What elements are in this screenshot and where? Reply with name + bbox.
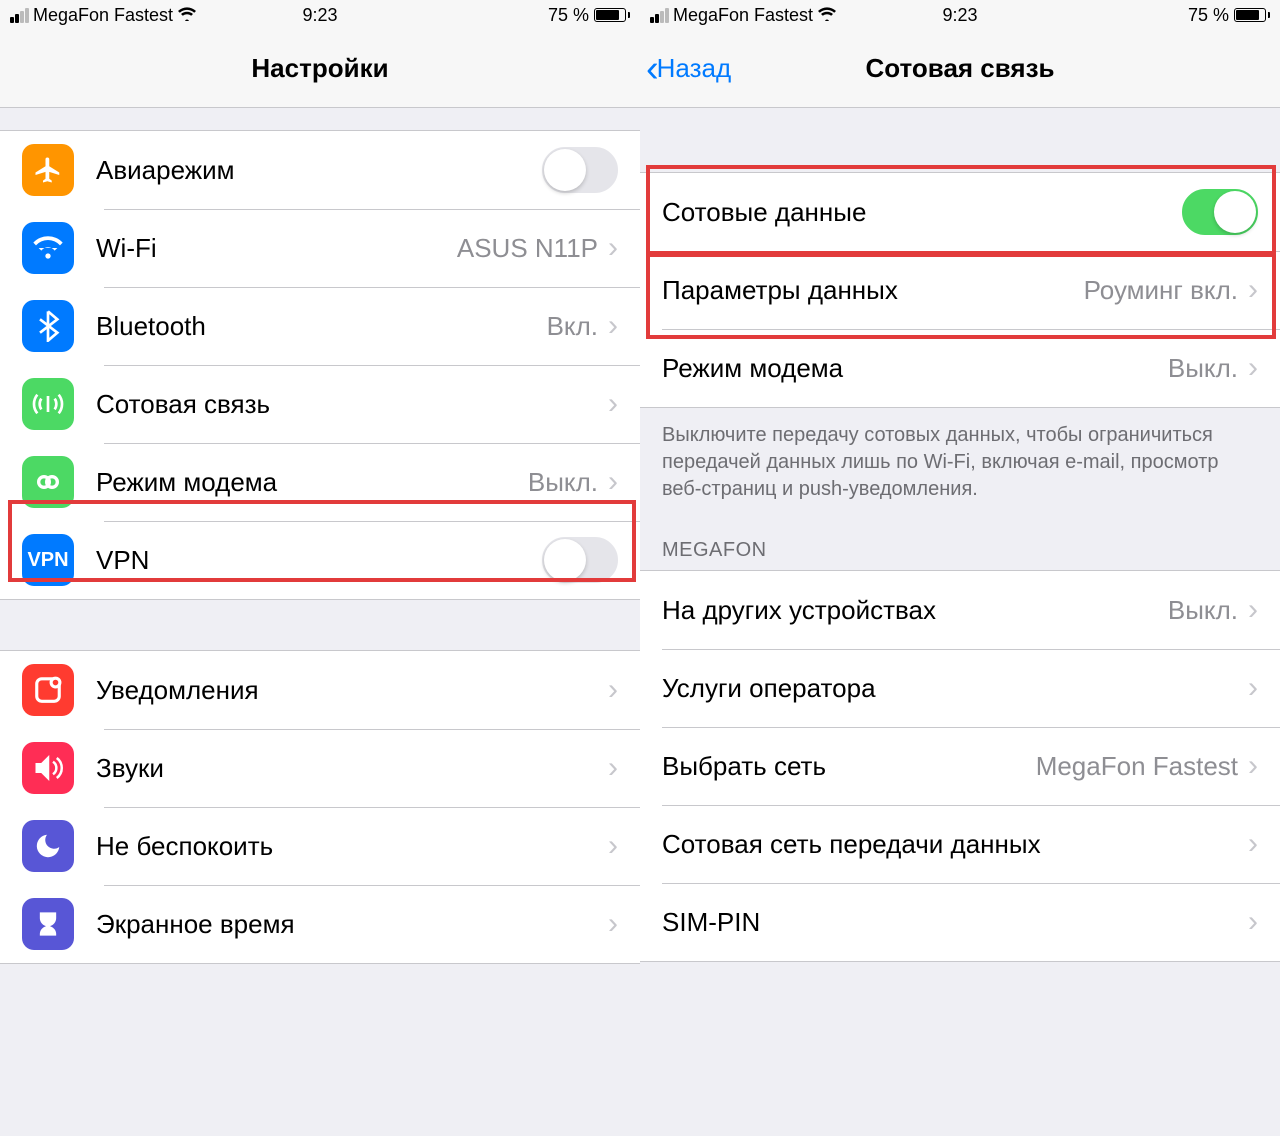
row-label: Уведомления <box>96 675 608 706</box>
nav-bar: Настройки <box>0 30 640 108</box>
row-apn[interactable]: Сотовая сеть передачи данных › <box>640 805 1280 883</box>
carrier-name: MegaFon Fastest <box>673 5 813 26</box>
row-label: Не беспокоить <box>96 831 608 862</box>
chevron-right-icon: › <box>1248 593 1258 627</box>
nav-bar: ‹ Назад Сотовая связь <box>640 30 1280 108</box>
wifi-settings-icon <box>22 222 74 274</box>
status-bar: MegaFon Fastest 9:23 75 % <box>0 0 640 30</box>
airplane-icon <box>22 144 74 196</box>
chevron-right-icon: › <box>608 387 618 421</box>
row-label: Экранное время <box>96 909 608 940</box>
signal-icon <box>10 8 29 23</box>
cellular-icon <box>22 378 74 430</box>
row-hotspot[interactable]: Режим модема Выкл. › <box>0 443 640 521</box>
row-dnd[interactable]: Не беспокоить › <box>0 807 640 885</box>
dnd-icon <box>22 820 74 872</box>
row-label: Сотовая связь <box>96 389 608 420</box>
status-bar: MegaFon Fastest 9:23 75 % <box>640 0 1280 30</box>
section-header: MEGAFON <box>640 515 1280 570</box>
row-label: На других устройствах <box>662 595 1168 626</box>
row-label: Услуги оператора <box>662 673 1248 704</box>
chevron-right-icon: › <box>608 907 618 941</box>
row-hotspot[interactable]: Режим модема Выкл. › <box>640 329 1280 407</box>
page-title: Настройки <box>251 53 388 84</box>
row-value: Выкл. <box>1168 353 1238 384</box>
screen-cellular: MegaFon Fastest 9:23 75 % ‹ Назад Сотова… <box>640 0 1280 1136</box>
carrier-name: MegaFon Fastest <box>33 5 173 26</box>
row-airplane[interactable]: Авиарежим <box>0 131 640 209</box>
row-bluetooth[interactable]: Bluetooth Вкл. › <box>0 287 640 365</box>
chevron-right-icon: › <box>608 465 618 499</box>
row-label: Звуки <box>96 753 608 784</box>
wifi-icon <box>177 5 197 26</box>
row-simpin[interactable]: SIM-PIN › <box>640 883 1280 961</box>
row-value: Роуминг вкл. <box>1084 275 1238 306</box>
status-time: 9:23 <box>942 5 977 26</box>
sounds-icon <box>22 742 74 794</box>
back-label: Назад <box>657 53 732 84</box>
row-value: ASUS N11P <box>457 233 598 264</box>
battery-pct: 75 % <box>548 5 589 26</box>
row-label: VPN <box>96 545 542 576</box>
row-wifi[interactable]: Wi-Fi ASUS N11P › <box>0 209 640 287</box>
notifications-icon <box>22 664 74 716</box>
chevron-right-icon: › <box>1248 749 1258 783</box>
row-value: Выкл. <box>528 467 598 498</box>
chevron-right-icon: › <box>1248 351 1258 385</box>
row-data-options[interactable]: Параметры данных Роуминг вкл. › <box>640 251 1280 329</box>
page-title: Сотовая связь <box>866 53 1055 84</box>
chevron-right-icon: › <box>608 673 618 707</box>
row-select-network[interactable]: Выбрать сеть MegaFon Fastest › <box>640 727 1280 805</box>
row-sounds[interactable]: Звуки › <box>0 729 640 807</box>
row-label: Режим модема <box>96 467 528 498</box>
row-value: MegaFon Fastest <box>1036 751 1238 782</box>
row-cellular-data[interactable]: Сотовые данные <box>640 173 1280 251</box>
wifi-icon <box>817 5 837 26</box>
battery-icon <box>594 8 630 22</box>
row-vpn[interactable]: VPN VPN <box>0 521 640 599</box>
footer-text: Выключите передачу сотовых данных, чтобы… <box>640 408 1280 515</box>
back-button[interactable]: ‹ Назад <box>646 50 731 88</box>
row-label: Сотовая сеть передачи данных <box>662 829 1248 860</box>
chevron-right-icon: › <box>1248 671 1258 705</box>
row-notifications[interactable]: Уведомления › <box>0 651 640 729</box>
row-cellular[interactable]: Сотовая связь › <box>0 365 640 443</box>
row-label: Wi-Fi <box>96 233 457 264</box>
chevron-right-icon: › <box>1248 827 1258 861</box>
row-label: Выбрать сеть <box>662 751 1036 782</box>
row-other-devices[interactable]: На других устройствах Выкл. › <box>640 571 1280 649</box>
screen-settings: MegaFon Fastest 9:23 75 % Настройки Авиа… <box>0 0 640 1136</box>
row-screentime[interactable]: Экранное время › <box>0 885 640 963</box>
row-label: Параметры данных <box>662 275 1084 306</box>
status-time: 9:23 <box>302 5 337 26</box>
vpn-icon: VPN <box>22 534 74 586</box>
signal-icon <box>650 8 669 23</box>
cellular-data-toggle[interactable] <box>1182 189 1258 235</box>
row-label: Режим модема <box>662 353 1168 384</box>
chevron-right-icon: › <box>1248 905 1258 939</box>
airplane-toggle[interactable] <box>542 147 618 193</box>
hotspot-icon <box>22 456 74 508</box>
chevron-right-icon: › <box>608 751 618 785</box>
row-value: Выкл. <box>1168 595 1238 626</box>
row-carrier-services[interactable]: Услуги оператора › <box>640 649 1280 727</box>
row-label: Bluetooth <box>96 311 547 342</box>
screentime-icon <box>22 898 74 950</box>
row-label: Сотовые данные <box>662 197 1182 228</box>
bluetooth-icon <box>22 300 74 352</box>
row-label: SIM-PIN <box>662 907 1248 938</box>
battery-icon <box>1234 8 1270 22</box>
chevron-right-icon: › <box>608 309 618 343</box>
row-value: Вкл. <box>547 311 598 342</box>
chevron-right-icon: › <box>1248 273 1258 307</box>
vpn-toggle[interactable] <box>542 537 618 583</box>
row-label: Авиарежим <box>96 155 542 186</box>
chevron-right-icon: › <box>608 231 618 265</box>
chevron-right-icon: › <box>608 829 618 863</box>
battery-pct: 75 % <box>1188 5 1229 26</box>
